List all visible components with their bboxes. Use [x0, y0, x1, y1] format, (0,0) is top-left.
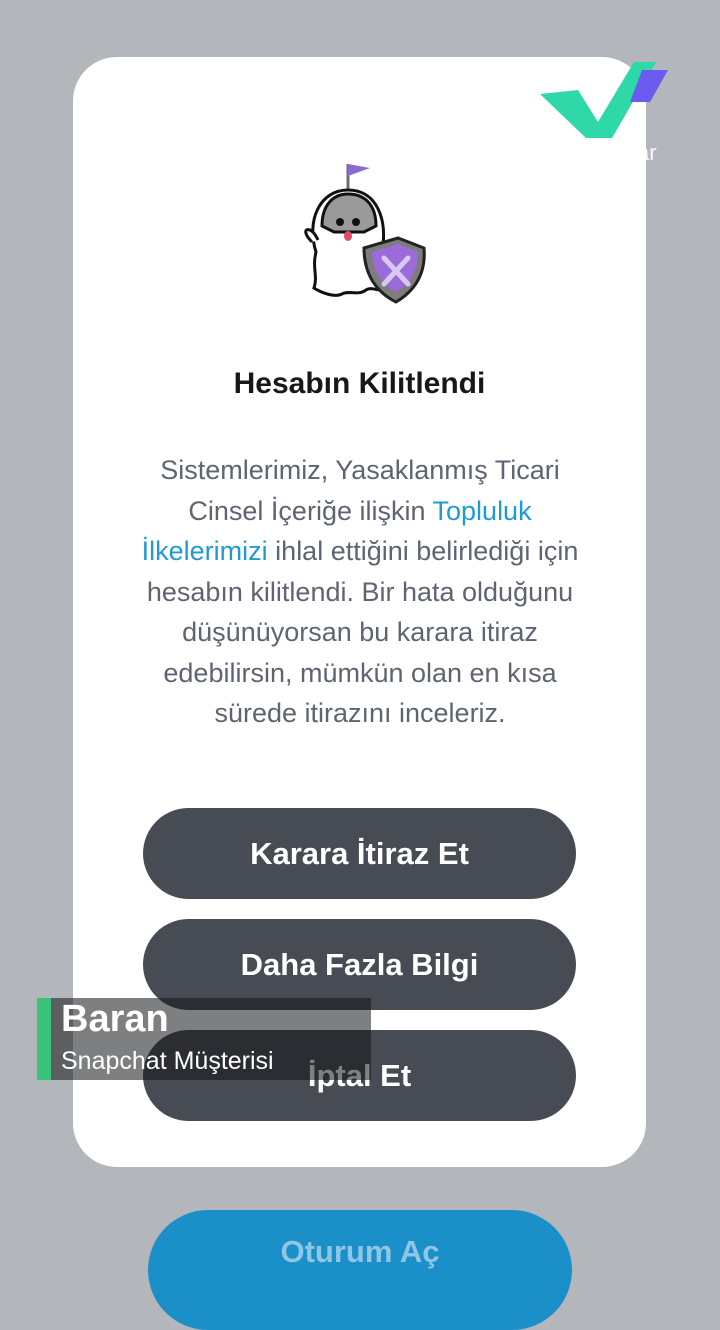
speaker-caption: Baran Snapchat Müşterisi	[37, 998, 371, 1080]
caption-accent-bar	[37, 998, 51, 1080]
logo-text: ar	[637, 140, 657, 165]
appeal-decision-button[interactable]: Karara İtiraz Et	[143, 808, 576, 899]
more-info-button[interactable]: Daha Fazla Bilgi	[143, 919, 576, 1010]
speaker-name: Baran	[61, 998, 169, 1040]
dialog-message: Sistemlerimiz, Yasaklanmış Ticari Cinsel…	[126, 450, 594, 734]
dialog-title: Hesabın Kilitlendi	[233, 367, 486, 400]
speaker-role: Snapchat Müşterisi	[61, 1047, 274, 1075]
login-button[interactable]: Oturum Aç	[148, 1210, 572, 1330]
ghost-knight-shield-icon	[304, 164, 426, 304]
channel-logo-icon	[540, 62, 668, 138]
